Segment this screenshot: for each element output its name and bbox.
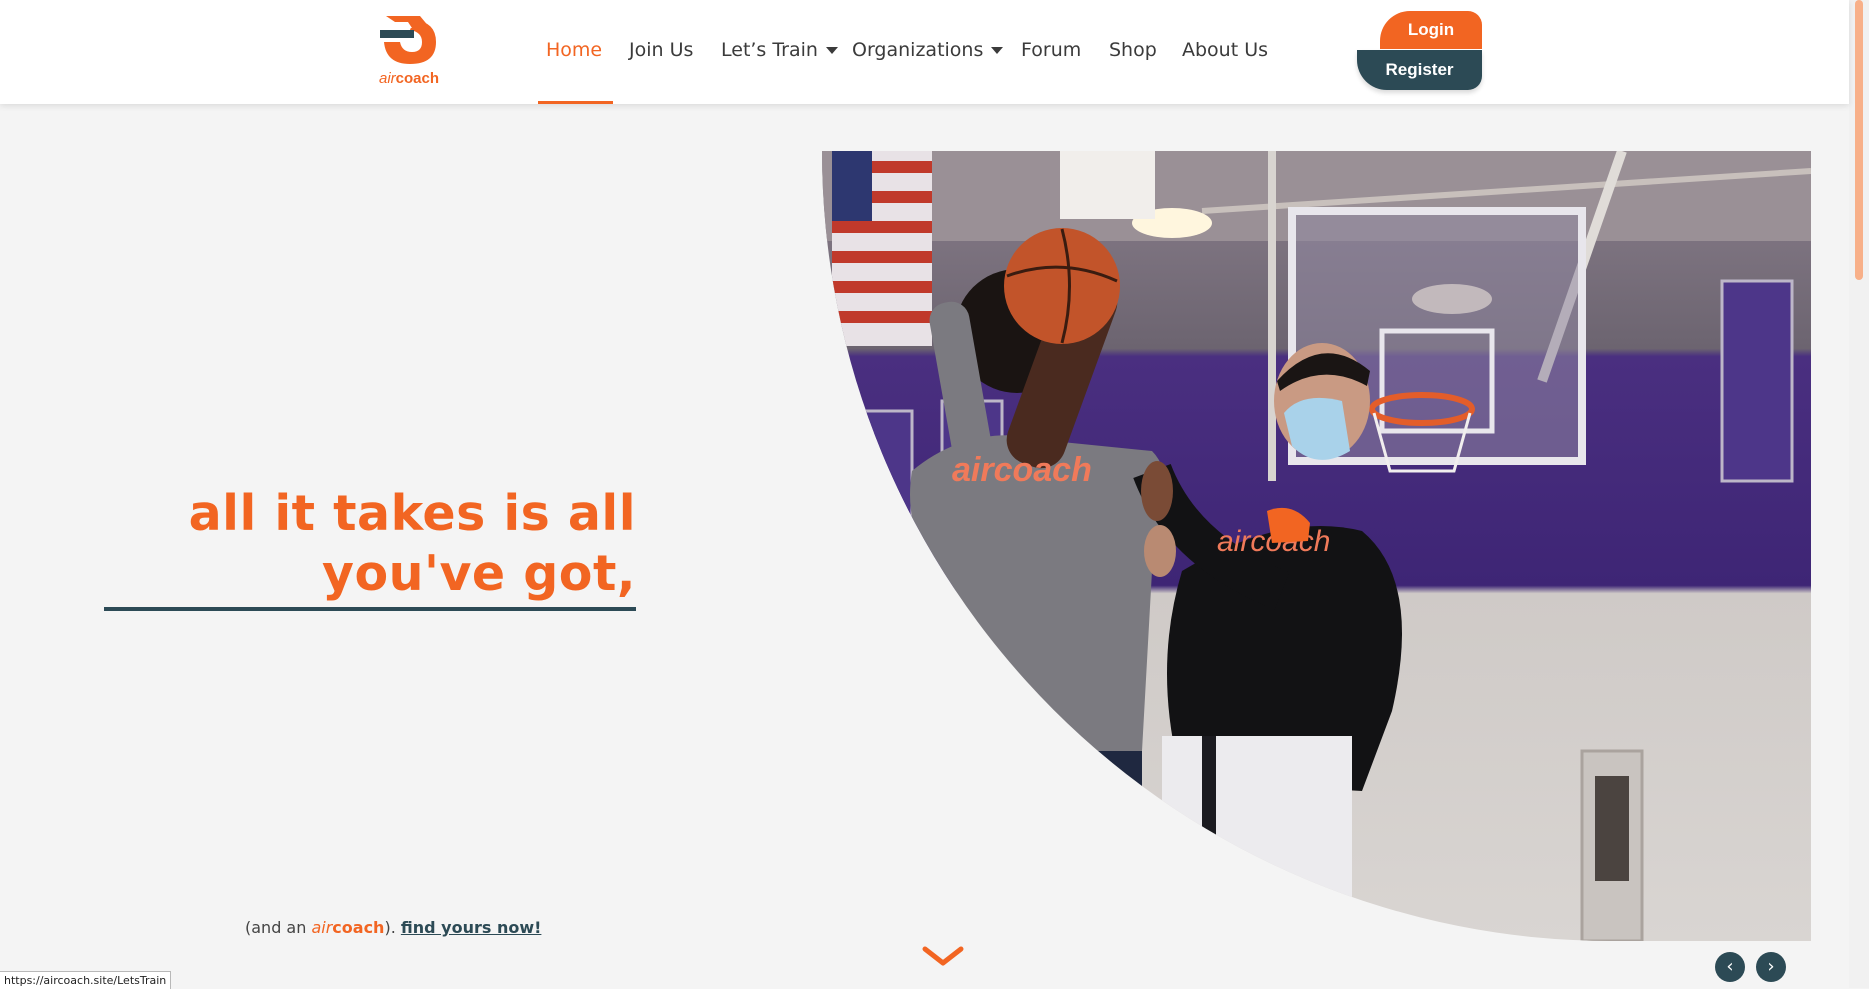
scroll-down-chevron-icon[interactable] [922,945,964,969]
chevron-down-icon [825,47,838,54]
hero-tagline-line1: all it takes is all [188,485,636,542]
nav-shop[interactable]: Shop [1109,36,1157,64]
basketball-training-image: aircoach aircoach [822,151,1811,941]
shirt-logo-text: aircoach [952,451,1092,489]
nav-organizations[interactable]: Organizations [852,36,1004,64]
tagline-divider [104,607,636,611]
hero-photo: aircoach aircoach [822,151,1811,941]
carousel-next-button[interactable]: › [1756,952,1786,982]
hero-tagline-line2: you've got, [322,545,636,602]
status-bar-url: https://aircoach.site/LetsTrain [0,971,172,989]
login-button[interactable]: Login [1380,11,1482,49]
find-coach-link[interactable]: find yours now! [401,918,542,937]
nav-about-us[interactable]: About Us [1182,36,1268,64]
nav-active-indicator [538,101,613,104]
aircoach-logo[interactable]: aircoach [372,12,446,90]
aircoach-logo-mark [380,16,436,64]
carousel-prev-button[interactable]: ‹ [1715,952,1745,982]
nav-lets-train[interactable]: Let’s Train [721,36,838,64]
nav-join-us[interactable]: Join Us [629,36,693,64]
logo-wordmark: aircoach [378,70,440,87]
hero-subline: (and an aircoach). find yours now! [245,918,542,937]
nav-home[interactable]: Home [546,36,602,64]
register-button[interactable]: Register [1357,50,1482,90]
page-scrollbar-thumb[interactable] [1855,0,1863,280]
site-header: aircoach Home Join Us Let’s Train Organi… [0,0,1849,104]
nav-forum[interactable]: Forum [1021,36,1081,64]
chevron-down-icon [991,47,1004,54]
hero-tagline: all it takes is all you've got, [189,484,636,604]
